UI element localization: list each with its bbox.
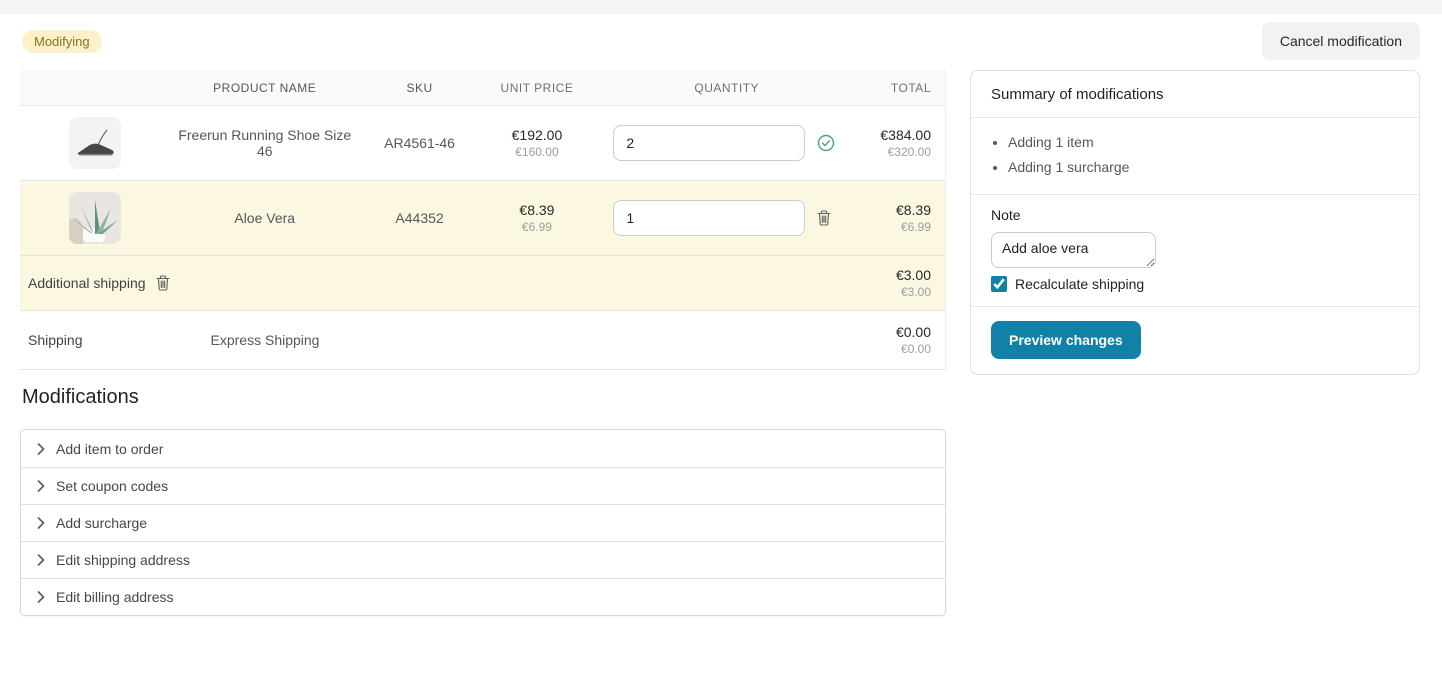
accordion-item-label: Add surcharge bbox=[56, 515, 147, 531]
product-thumbnail-cell bbox=[20, 117, 170, 169]
accordion-item-label: Add item to order bbox=[56, 441, 163, 457]
note-label: Note bbox=[991, 207, 1399, 223]
note-input[interactable]: Add aloe vera bbox=[991, 232, 1156, 268]
preview-section: Preview changes bbox=[971, 306, 1419, 374]
unit-price-cell: €192.00 €160.00 bbox=[480, 127, 595, 159]
quantity-input[interactable] bbox=[613, 125, 805, 161]
line-total: €384.00 bbox=[859, 127, 931, 143]
accordion-item-label: Edit shipping address bbox=[56, 552, 190, 568]
accordion-item-edit-billing-address[interactable]: Edit billing address bbox=[21, 578, 945, 615]
product-sku: AR4561-46 bbox=[360, 135, 480, 151]
shipping-method: Express Shipping bbox=[170, 332, 360, 348]
trash-icon[interactable] bbox=[817, 210, 831, 226]
unit-price: €8.39 bbox=[480, 202, 595, 218]
accordion-item-add-item[interactable]: Add item to order bbox=[21, 430, 945, 467]
surcharge-label: Additional shipping bbox=[28, 275, 146, 291]
surcharge-row: Additional shipping €3.00 €3.00 bbox=[20, 256, 945, 311]
product-name: Freerun Running Shoe Size 46 bbox=[170, 127, 360, 159]
line-total: €8.39 bbox=[859, 202, 931, 218]
chevron-right-icon bbox=[37, 554, 45, 566]
line-total-old: €6.99 bbox=[859, 220, 931, 234]
line-total-old: €320.00 bbox=[859, 145, 931, 159]
modifications-title: Modifications bbox=[22, 386, 139, 409]
table-header-row: PRODUCT NAME SKU UNIT PRICE QUANTITY TOT… bbox=[20, 70, 945, 106]
surcharge-label-cell: Additional shipping bbox=[20, 275, 859, 291]
shoe-product-image bbox=[69, 117, 121, 169]
total-cell: €3.00 €3.00 bbox=[859, 267, 945, 299]
product-sku: A44352 bbox=[360, 210, 480, 226]
header-sku: SKU bbox=[360, 81, 480, 95]
cancel-modification-button[interactable]: Cancel modification bbox=[1262, 22, 1420, 60]
accordion-item-coupon-codes[interactable]: Set coupon codes bbox=[21, 467, 945, 504]
header-total: TOTAL bbox=[859, 81, 945, 95]
recalculate-shipping-row: Recalculate shipping bbox=[991, 276, 1399, 292]
total-cell: €384.00 €320.00 bbox=[859, 127, 945, 159]
summary-bullet: Adding 1 surcharge bbox=[1008, 155, 1399, 180]
unit-price-old: €160.00 bbox=[480, 145, 595, 159]
shipping-total-old: €0.00 bbox=[859, 342, 931, 356]
shipping-label: Shipping bbox=[20, 332, 170, 348]
summary-bullets-section: Adding 1 item Adding 1 surcharge bbox=[971, 117, 1419, 194]
accordion-item-add-surcharge[interactable]: Add surcharge bbox=[21, 504, 945, 541]
quantity-cell bbox=[594, 125, 859, 161]
quantity-input[interactable] bbox=[613, 200, 805, 236]
chevron-right-icon bbox=[37, 443, 45, 455]
accordion-item-label: Edit billing address bbox=[56, 589, 174, 605]
accordion-item-edit-shipping-address[interactable]: Edit shipping address bbox=[21, 541, 945, 578]
product-name: Aloe Vera bbox=[170, 210, 360, 226]
chevron-right-icon bbox=[37, 591, 45, 603]
check-circle-icon bbox=[817, 134, 835, 152]
table-row: Aloe Vera A44352 €8.39 €6.99 €8.39 €6.99 bbox=[20, 181, 945, 256]
recalculate-shipping-checkbox[interactable] bbox=[991, 276, 1007, 292]
preview-changes-button[interactable]: Preview changes bbox=[991, 321, 1141, 359]
order-items-table: PRODUCT NAME SKU UNIT PRICE QUANTITY TOT… bbox=[20, 70, 946, 370]
aloe-product-image bbox=[69, 192, 121, 244]
chevron-right-icon bbox=[37, 480, 45, 492]
accordion-item-label: Set coupon codes bbox=[56, 478, 168, 494]
surcharge-total-old: €3.00 bbox=[859, 285, 931, 299]
summary-panel: Summary of modifications Adding 1 item A… bbox=[970, 70, 1420, 375]
table-row: Freerun Running Shoe Size 46 AR4561-46 €… bbox=[20, 106, 945, 181]
shipping-row: Shipping Express Shipping €0.00 €0.00 bbox=[20, 311, 945, 370]
total-cell: €0.00 €0.00 bbox=[859, 324, 945, 356]
summary-header: Summary of modifications bbox=[971, 71, 1419, 117]
header-unit-price: UNIT PRICE bbox=[480, 81, 595, 95]
unit-price-old: €6.99 bbox=[480, 220, 595, 234]
header-quantity: QUANTITY bbox=[594, 81, 859, 95]
summary-bullet-list: Adding 1 item Adding 1 surcharge bbox=[991, 130, 1399, 180]
chevron-right-icon bbox=[37, 517, 45, 529]
top-bar bbox=[0, 0, 1442, 14]
unit-price-cell: €8.39 €6.99 bbox=[480, 202, 595, 234]
header-product-name: PRODUCT NAME bbox=[170, 81, 360, 95]
surcharge-total: €3.00 bbox=[859, 267, 931, 283]
summary-bullet: Adding 1 item bbox=[1008, 130, 1399, 155]
quantity-cell bbox=[594, 200, 859, 236]
total-cell: €8.39 €6.99 bbox=[859, 202, 945, 234]
summary-title: Summary of modifications bbox=[991, 86, 1164, 103]
trash-icon[interactable] bbox=[156, 275, 170, 291]
shipping-total: €0.00 bbox=[859, 324, 931, 340]
status-badge-modifying: Modifying bbox=[22, 30, 102, 53]
recalculate-shipping-label: Recalculate shipping bbox=[1015, 276, 1144, 292]
unit-price: €192.00 bbox=[480, 127, 595, 143]
modifications-accordion: Add item to order Set coupon codes Add s… bbox=[20, 429, 946, 616]
note-section: Note Add aloe vera Recalculate shipping bbox=[971, 194, 1419, 306]
product-thumbnail-cell bbox=[20, 192, 170, 244]
